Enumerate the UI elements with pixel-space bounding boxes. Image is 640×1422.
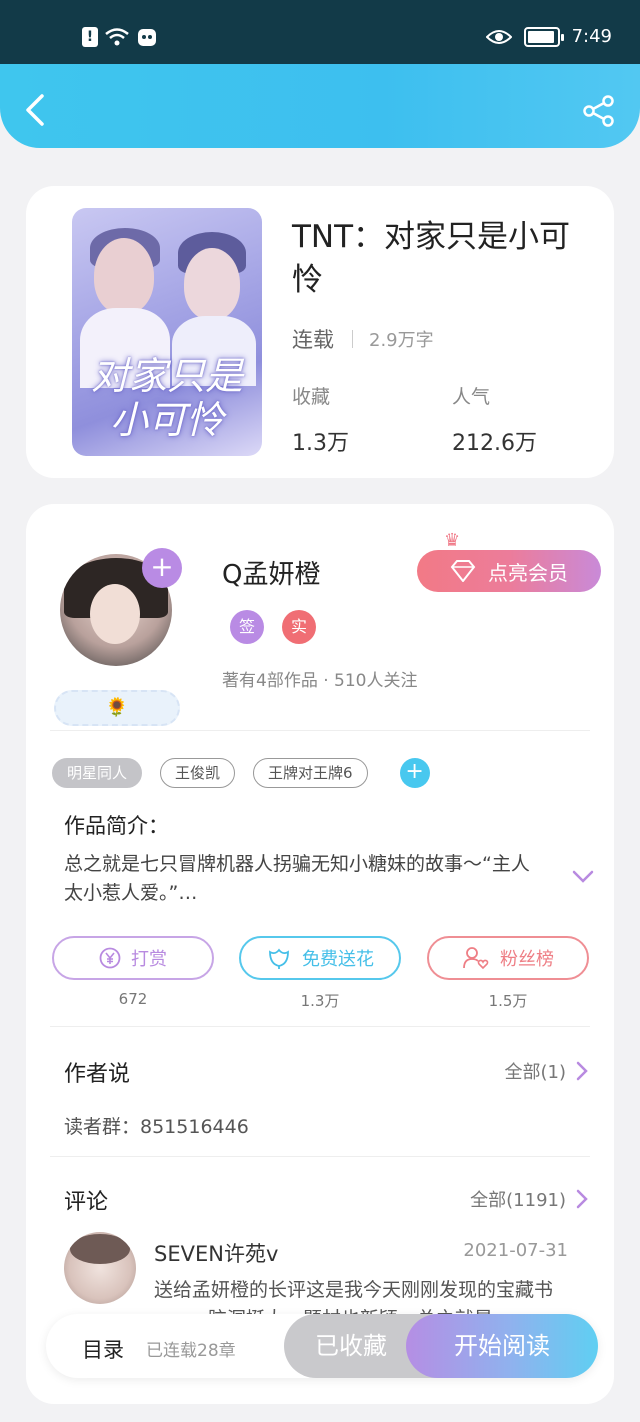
book-cover[interactable]: 对家只是小可怜 bbox=[72, 208, 262, 456]
tag-chip[interactable]: 王牌对王牌6 bbox=[253, 758, 368, 788]
diamond-icon bbox=[450, 560, 476, 582]
tag-chip[interactable]: 王俊凯 bbox=[160, 758, 236, 788]
word-count: 2.9万字 bbox=[369, 330, 434, 351]
fans-count: 1.5万 bbox=[488, 992, 528, 1010]
wifi-icon bbox=[105, 28, 129, 46]
vip-button-label: 点亮会员 bbox=[488, 560, 568, 585]
crown-icon: ♛ bbox=[444, 530, 461, 551]
comment-username[interactable]: SEVEN许苑v bbox=[154, 1238, 278, 1268]
divider bbox=[50, 730, 590, 731]
status-left-icons: ! bbox=[82, 26, 158, 48]
divider bbox=[352, 330, 353, 348]
book-info-card: 对家只是小可怜 TNT：对家只是小可怜 连载 2.9万字 收藏 1.3万 人气 … bbox=[26, 186, 614, 478]
eye-icon bbox=[485, 29, 512, 44]
bottom-action-bar: 目录 已连载28章 已收藏 开始阅读 bbox=[46, 1314, 598, 1378]
popularity-stat: 人气 212.6万 bbox=[452, 382, 537, 457]
tip-count: 672 bbox=[118, 990, 148, 1008]
signed-badge: 签 bbox=[230, 610, 264, 644]
comment-avatar[interactable] bbox=[64, 1232, 136, 1304]
follow-author-button[interactable]: + bbox=[142, 548, 182, 588]
popularity-value: 212.6万 bbox=[452, 431, 537, 456]
intro-title: 作品简介： bbox=[64, 814, 169, 838]
status-right: 7:49 bbox=[485, 26, 612, 47]
fans-heart-icon bbox=[463, 947, 489, 970]
serial-status: 连载 bbox=[292, 328, 334, 352]
yen-coin-icon bbox=[99, 947, 121, 969]
alert-icon: ! bbox=[82, 27, 98, 47]
verified-badge: 实 bbox=[282, 610, 316, 644]
chevron-down-icon[interactable] bbox=[572, 870, 594, 884]
chevron-right-icon bbox=[576, 1061, 588, 1081]
tip-button-label: 打赏 bbox=[131, 949, 167, 970]
book-title: TNT：对家只是小可怜 bbox=[292, 219, 571, 298]
header-bar bbox=[0, 64, 640, 148]
clock: 7:49 bbox=[571, 26, 612, 47]
comments-title: 评论 bbox=[64, 1190, 109, 1215]
share-icon[interactable] bbox=[582, 94, 616, 128]
tag-list: 明星同人 王俊凯 王牌对王牌6 + bbox=[52, 758, 430, 788]
send-flower-label: 免费送花 bbox=[302, 949, 374, 970]
popularity-label: 人气 bbox=[452, 386, 491, 408]
author-meta: 著有4部作品 · 510人关注 bbox=[222, 671, 418, 691]
reader-group[interactable]: 读者群：851516446 bbox=[64, 1112, 249, 1139]
book-detail-card: + 🌻 Q孟妍橙 签 实 著有4部作品 · 510人关注 ♛ 点亮会员 明星同人… bbox=[26, 504, 614, 1404]
intro-text[interactable]: 总之就是七只冒牌机器人拐骗无知小糖妹的故事～“主人太小惹人爱。”… bbox=[64, 850, 544, 908]
comment-date: 2021-07-31 bbox=[463, 1240, 568, 1261]
start-reading-button[interactable]: 开始阅读 bbox=[406, 1314, 598, 1378]
divider bbox=[50, 1026, 590, 1027]
flower-badge: 🌻 bbox=[54, 690, 180, 726]
divider bbox=[50, 1156, 590, 1157]
author-says-title: 作者说 bbox=[64, 1062, 131, 1087]
favorites-value: 1.3万 bbox=[292, 431, 349, 456]
collected-label: 已收藏 bbox=[315, 1332, 387, 1360]
status-bar: ! 7:49 bbox=[0, 0, 640, 64]
comments-more[interactable]: 全部(1191) bbox=[470, 1186, 588, 1212]
tag-chip[interactable]: 明星同人 bbox=[52, 758, 143, 788]
favorites-label: 收藏 bbox=[292, 386, 331, 408]
chevron-right-icon bbox=[576, 1189, 588, 1209]
flower-icon bbox=[269, 948, 289, 969]
fans-ranking-label: 粉丝榜 bbox=[500, 949, 554, 970]
author-name[interactable]: Q孟妍橙 bbox=[222, 554, 320, 591]
tip-button[interactable]: 打赏 bbox=[52, 936, 214, 980]
battery-icon bbox=[523, 26, 564, 47]
chapter-count: 已连载28章 bbox=[146, 1341, 236, 1361]
vip-button[interactable]: 点亮会员 bbox=[417, 550, 601, 592]
book-status-row: 连载 2.9万字 bbox=[292, 324, 434, 354]
author-says-more-label: 全部(1) bbox=[504, 1062, 567, 1083]
toc-button[interactable]: 目录 bbox=[82, 1334, 124, 1364]
fans-ranking-button[interactable]: 粉丝榜 bbox=[427, 936, 589, 980]
flower-count: 1.3万 bbox=[300, 992, 340, 1010]
comments-more-label: 全部(1191) bbox=[470, 1190, 566, 1211]
cover-title: 对家只是小可怜 bbox=[90, 354, 243, 442]
favorites-stat: 收藏 1.3万 bbox=[292, 382, 349, 457]
app-notification-icon bbox=[138, 29, 156, 46]
back-arrow-icon[interactable] bbox=[20, 92, 50, 128]
send-flower-button[interactable]: 免费送花 bbox=[239, 936, 401, 980]
add-tag-button[interactable]: + bbox=[399, 758, 430, 788]
author-says-more[interactable]: 全部(1) bbox=[505, 1058, 589, 1084]
